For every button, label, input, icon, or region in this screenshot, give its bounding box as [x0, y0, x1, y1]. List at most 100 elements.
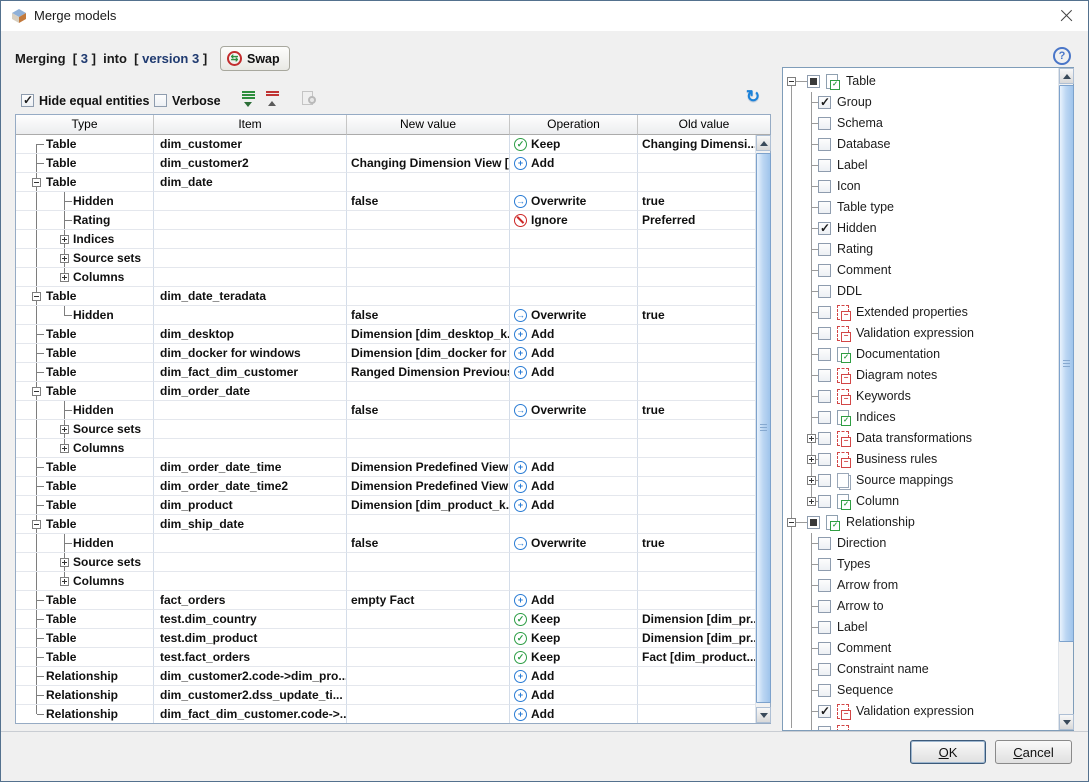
checkbox[interactable] [818, 642, 831, 655]
tree-item[interactable]: Extended properties [783, 302, 1058, 323]
checkbox[interactable] [818, 390, 831, 403]
column-header-type[interactable]: Type [16, 115, 154, 135]
tree-item[interactable]: Arrow to [783, 596, 1058, 617]
expander-minus-icon[interactable] [787, 518, 796, 527]
table-row[interactable]: Source sets [16, 553, 755, 572]
scrollbar-up-icon[interactable] [1059, 68, 1074, 84]
tree-item[interactable]: Documentation [783, 344, 1058, 365]
expander-minus-icon[interactable] [32, 292, 41, 301]
checkbox[interactable] [818, 96, 831, 109]
swap-button[interactable]: ⇆ Swap [220, 46, 290, 71]
table-row[interactable]: Tabledim_date_teradata [16, 287, 755, 306]
checkbox[interactable] [818, 306, 831, 319]
checkbox[interactable] [818, 180, 831, 193]
checkbox[interactable] [818, 453, 831, 466]
expander-plus-icon[interactable] [807, 455, 816, 464]
checkbox[interactable] [818, 411, 831, 424]
table-row[interactable]: Tabletest.dim_product✓KeepDimension [dim… [16, 629, 755, 648]
tree-item[interactable]: Direction [783, 533, 1058, 554]
hide-equal-checkbox[interactable] [21, 94, 34, 107]
tree-item[interactable]: Validation expression [783, 701, 1058, 722]
table-row[interactable]: Tabledim_ship_date [16, 515, 755, 534]
expand-all-icon[interactable] [240, 90, 260, 110]
column-header-old-value[interactable]: Old value [638, 115, 770, 135]
table-row[interactable]: Tabledim_order_date [16, 382, 755, 401]
verbose-toggle[interactable]: Verbose [154, 92, 221, 109]
expander-plus-icon[interactable] [807, 434, 816, 443]
table-row[interactable]: RatingIgnorePreferred [16, 211, 755, 230]
table-row[interactable]: Tabledim_desktopDimension [dim_desktop_k… [16, 325, 755, 344]
checkbox[interactable] [818, 684, 831, 697]
expander-plus-icon[interactable] [60, 235, 69, 244]
table-row[interactable]: Tabletest.dim_country✓KeepDimension [dim… [16, 610, 755, 629]
table-row[interactable]: Tablefact_ordersempty Fact+Add [16, 591, 755, 610]
checkbox[interactable] [807, 75, 820, 88]
checkbox[interactable] [818, 495, 831, 508]
table-row[interactable]: Tabledim_order_date_time2Dimension Prede… [16, 477, 755, 496]
expander-plus-icon[interactable] [60, 273, 69, 282]
expander-plus-icon[interactable] [807, 476, 816, 485]
expander-minus-icon[interactable] [32, 178, 41, 187]
checkbox[interactable] [818, 201, 831, 214]
tree-item[interactable]: Relationship [783, 512, 1058, 533]
close-button[interactable] [1043, 1, 1088, 31]
checkbox[interactable] [818, 474, 831, 487]
expander-minus-icon[interactable] [32, 520, 41, 529]
column-header-operation[interactable]: Operation [510, 115, 638, 135]
tree-item[interactable]: Constraint name [783, 659, 1058, 680]
tree-item[interactable]: Keywords [783, 386, 1058, 407]
tree-item[interactable]: Types [783, 554, 1058, 575]
table-row[interactable]: Tabledim_productDimension [dim_product_k… [16, 496, 755, 515]
cancel-button[interactable]: Cancel [995, 740, 1072, 764]
table-row[interactable]: Tabledim_docker for windowsDimension [di… [16, 344, 755, 363]
expander-plus-icon[interactable] [60, 444, 69, 453]
table-row[interactable]: Tabledim_customer2Changing Dimension Vie… [16, 154, 755, 173]
tree-item[interactable]: Label [783, 617, 1058, 638]
checkbox[interactable] [818, 537, 831, 550]
table-row[interactable]: Hiddenfalse→Overwritetrue [16, 192, 755, 211]
table-row[interactable]: Columns [16, 439, 755, 458]
checkbox[interactable] [818, 327, 831, 340]
tree-item[interactable]: Sequence [783, 680, 1058, 701]
checkbox[interactable] [818, 726, 831, 730]
ok-button[interactable]: OK [910, 740, 986, 764]
checkbox[interactable] [818, 579, 831, 592]
checkbox[interactable] [818, 369, 831, 382]
checkbox[interactable] [818, 348, 831, 361]
table-row[interactable]: Tabledim_customer✓KeepChanging Dimensi..… [16, 135, 755, 154]
expander-minus-icon[interactable] [787, 77, 796, 86]
scrollbar-down-icon[interactable] [756, 707, 771, 723]
table-row[interactable]: Relationshipdim_fact_dim_customer.code->… [16, 705, 755, 723]
tree-item[interactable]: DDL [783, 281, 1058, 302]
tree-item[interactable]: Table type [783, 197, 1058, 218]
expander-plus-icon[interactable] [60, 577, 69, 586]
tree-item[interactable]: Business rules [783, 449, 1058, 470]
collapse-all-icon[interactable] [264, 90, 284, 110]
checkbox[interactable] [818, 705, 831, 718]
checkbox[interactable] [818, 159, 831, 172]
tree-item[interactable]: Indices [783, 407, 1058, 428]
tree-item[interactable]: Arrow from [783, 575, 1058, 596]
table-row[interactable]: Hiddenfalse→Overwritetrue [16, 306, 755, 325]
help-icon[interactable]: ? [1053, 47, 1071, 65]
hide-equal-entities-toggle[interactable]: Hide equal entities [21, 92, 149, 109]
expander-plus-icon[interactable] [807, 497, 816, 506]
table-row[interactable]: Tabledim_fact_dim_customerRanged Dimensi… [16, 363, 755, 382]
table-row[interactable]: Source sets [16, 249, 755, 268]
checkbox[interactable] [818, 600, 831, 613]
tree-item[interactable]: Rating [783, 239, 1058, 260]
tree-item[interactable]: Database [783, 134, 1058, 155]
tree-item[interactable]: Source mappings [783, 470, 1058, 491]
table-row[interactable]: Columns [16, 572, 755, 591]
checkbox[interactable] [818, 285, 831, 298]
expander-minus-icon[interactable] [32, 387, 41, 396]
checkbox[interactable] [818, 138, 831, 151]
scrollbar-down-icon[interactable] [1059, 714, 1074, 730]
checkbox[interactable] [818, 264, 831, 277]
tree-vertical-scrollbar[interactable] [1058, 68, 1073, 730]
tree-item[interactable]: Column [783, 491, 1058, 512]
table-row[interactable]: Tabledim_order_date_timeDimension Predef… [16, 458, 755, 477]
tree-item[interactable]: Label [783, 155, 1058, 176]
tree-item[interactable]: Hidden [783, 218, 1058, 239]
tree-item[interactable]: Comment [783, 260, 1058, 281]
